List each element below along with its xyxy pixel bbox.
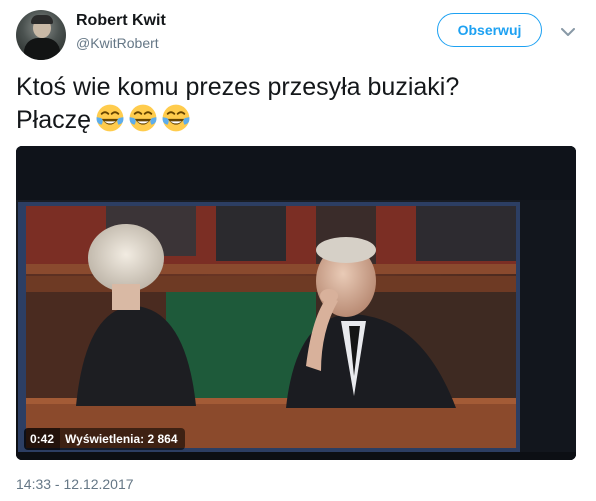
tweet-text-line-2: Płaczę <box>16 103 576 136</box>
video-frame <box>16 146 576 460</box>
tweet-text: Ktoś wie komu prezes przesyła buziaki? P… <box>16 72 576 136</box>
video-view-count: Wyświetlenia: 2 864 <box>60 428 185 450</box>
video-player[interactable] <box>16 146 576 460</box>
author-avatar[interactable] <box>16 10 66 60</box>
tweet-text-word: Płaczę <box>16 106 92 134</box>
author-handle[interactable]: @KwitRobert <box>76 35 159 51</box>
tweet-timestamp[interactable]: 14:33 - 12.12.2017 <box>16 476 134 492</box>
tears-of-joy-emoji-icon <box>162 104 190 132</box>
chevron-down-icon[interactable] <box>558 22 578 42</box>
video-duration: 0:42 <box>24 428 61 450</box>
tweet-text-line-1: Ktoś wie komu prezes przesyła buziaki? <box>16 73 460 101</box>
author-display-name[interactable]: Robert Kwit <box>76 12 166 30</box>
tears-of-joy-emoji-icon <box>129 104 157 132</box>
video-info-badge: 0:42 Wyświetlenia: 2 864 <box>24 428 185 450</box>
tweet-card: Robert Kwit @KwitRobert Obserwuj Ktoś wi… <box>0 0 596 501</box>
follow-button[interactable]: Obserwuj <box>437 13 542 47</box>
tears-of-joy-emoji-icon <box>96 104 124 132</box>
